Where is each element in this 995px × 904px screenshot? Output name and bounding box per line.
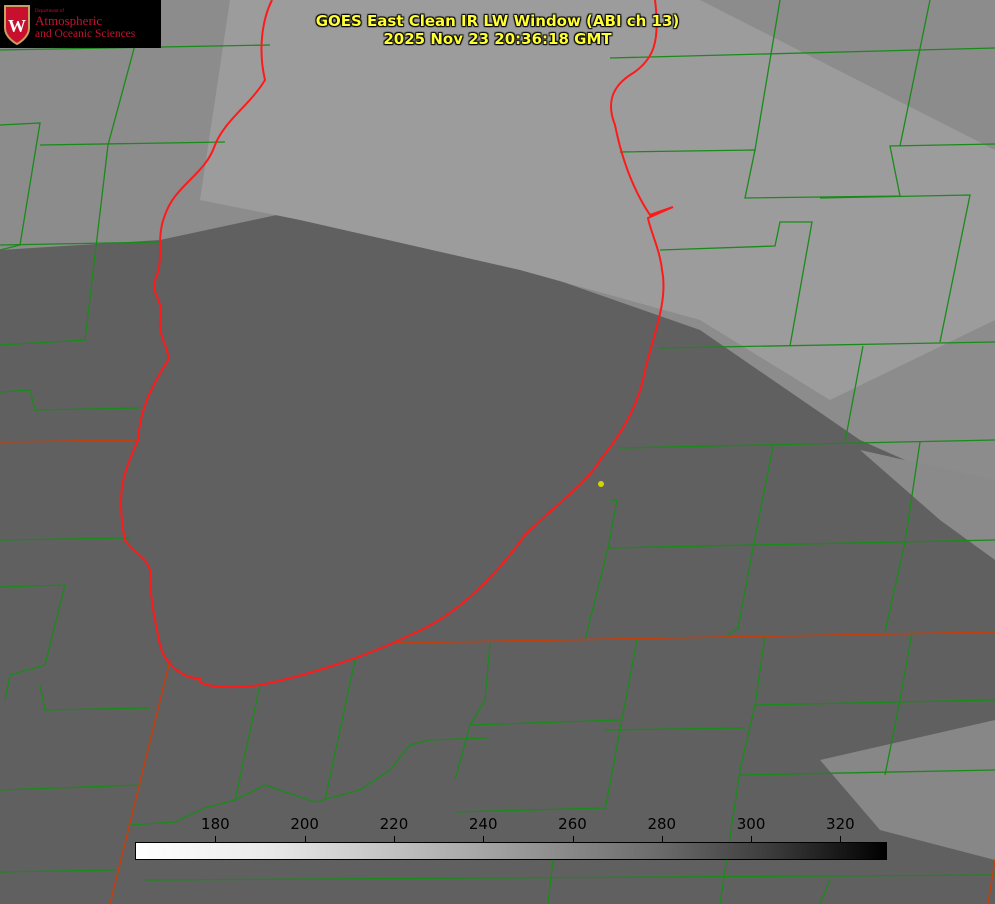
colorbar-tick-label: 220 — [379, 815, 409, 833]
satellite-map-view: W Department of Atmospheric and Oceanic … — [0, 0, 995, 904]
colorbar — [135, 842, 887, 860]
colorbar-tick-mark — [483, 836, 485, 842]
location-marker — [598, 481, 604, 487]
colorbar-tick-label: 180 — [201, 815, 230, 833]
colorbar-tick-label: 320 — [826, 815, 855, 833]
colorbar-tick-mark — [572, 836, 574, 842]
colorbar-tick-mark — [393, 836, 395, 842]
colorbar-tick-label: 300 — [736, 815, 766, 833]
colorbar-tick-mark — [840, 836, 842, 842]
colorbar-tick-mark — [661, 836, 663, 842]
image-title: GOES East Clean IR LW Window (ABI ch 13) — [315, 12, 680, 30]
colorbar-tick-mark — [751, 836, 753, 842]
colorbar-tick-label: 260 — [558, 815, 587, 833]
colorbar-tick-label: 280 — [647, 815, 677, 833]
image-timestamp: 2025 Nov 23 20:36:18 GMT — [383, 30, 612, 48]
colorbar-tick-label: 200 — [290, 815, 319, 833]
ir-satellite-image — [0, 0, 995, 904]
colorbar-tick-mark — [304, 836, 306, 842]
colorbar-tick-mark — [215, 836, 217, 842]
colorbar-tick-label: 240 — [468, 815, 498, 833]
